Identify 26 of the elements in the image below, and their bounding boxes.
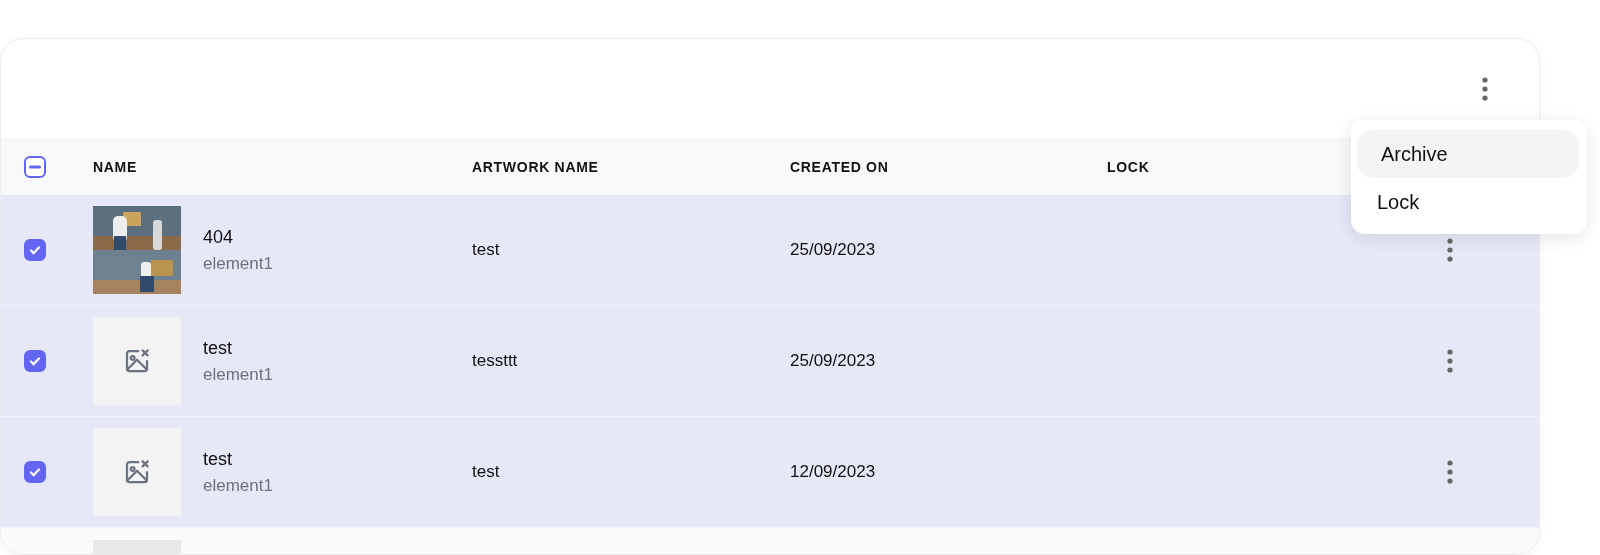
artwork-name: test [472,240,500,260]
menu-item[interactable]: Lock [1357,178,1579,226]
item-subtitle: element1 [203,475,273,496]
artwork-name: test [472,462,500,482]
select-all-checkbox[interactable] [24,155,46,178]
checkmark-icon [28,354,42,368]
menu-item[interactable]: Archive [1357,130,1579,178]
checkmark-icon [28,243,42,257]
column-header: NAME [93,158,139,175]
row-checkbox[interactable] [24,239,46,261]
item-name: test [203,337,233,359]
created-date: 12/09/2023 [790,462,876,482]
artwork-name: tessttt [472,351,518,371]
created-date: 25/09/2023 [790,351,876,371]
created-date: 25/09/2023 [790,240,876,260]
column-header: CREATED ON [790,158,890,175]
row-checkbox[interactable] [24,350,46,372]
item-name: 404 [203,226,235,248]
item-name: test [203,448,233,470]
item-subtitle: element1 [203,364,273,385]
column-header: ARTWORK NAME [472,158,600,175]
row-checkbox[interactable] [24,461,46,483]
item-subtitle: element1 [203,253,273,274]
checkmark-icon [28,465,42,479]
column-header: LOCK [1107,158,1151,175]
minus-icon [29,164,41,169]
